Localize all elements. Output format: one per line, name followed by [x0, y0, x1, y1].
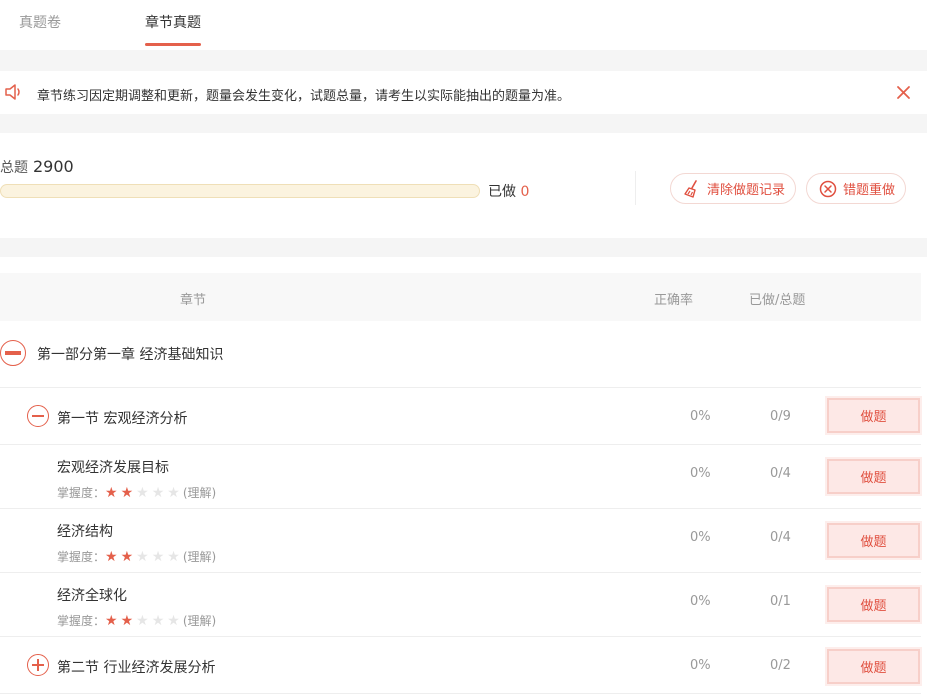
part-row: 第一部分第一章 经济基础知识 — [0, 321, 921, 388]
star-filled-icon: ★ — [120, 548, 134, 565]
progress-bar — [0, 184, 480, 198]
clear-records-button[interactable]: 清除做题记录 — [670, 173, 796, 204]
star-empty-icon: ★ — [167, 484, 180, 501]
done-number: 0 — [520, 184, 530, 200]
star-empty-icon: ★ — [136, 548, 149, 565]
star-filled-icon: ★ — [120, 612, 134, 629]
practice-button[interactable]: 做题 — [827, 398, 920, 433]
section-title: 第一节 宏观经济分析 — [57, 411, 188, 427]
notice-text: 章节练习因定期调整和更新，题量会发生变化，试题总量，请考生以实际能抽出的题量为准… — [37, 89, 571, 104]
col-accuracy: 正确率 — [654, 293, 694, 308]
star-empty-icon: ★ — [136, 612, 149, 629]
notice-bar: 章节练习因定期调整和更新，题量会发生变化，试题总量，请考生以实际能抽出的题量为准… — [0, 71, 927, 114]
progress-summary: 总题 2900 已做 0 清除做题记录 错题重做 — [0, 133, 927, 238]
section-title: 第二节 行业经济发展分析 — [57, 660, 216, 676]
redo-wrong-label: 错题重做 — [843, 183, 896, 198]
star-rating: ★ ★ ★ ★ ★ — [105, 614, 183, 628]
star-empty-icon: ★ — [167, 612, 180, 629]
star-empty-icon: ★ — [167, 548, 180, 565]
star-empty-icon: ★ — [136, 484, 149, 501]
practice-button[interactable]: 做题 — [827, 587, 920, 622]
clear-records-label: 清除做题记录 — [707, 183, 786, 198]
section-row: 第一节 宏观经济分析 0% 0/9 做题 — [0, 388, 921, 445]
topic-row: 经济结构 掌握度： ★ ★ ★ ★ ★ (理解) 0% 0/4 做题 — [0, 509, 921, 573]
mastery-level: (理解) — [182, 486, 217, 500]
expand-icon[interactable] — [27, 654, 49, 676]
practice-button[interactable]: 做题 — [827, 459, 920, 494]
mastery-level: (理解) — [182, 614, 217, 628]
done-total-value: 0/1 — [770, 594, 791, 609]
done-total-value: 0/9 — [770, 409, 791, 424]
star-rating: ★ ★ ★ ★ ★ — [105, 550, 183, 564]
mastery-label: 掌握度： — [57, 486, 106, 500]
divider — [0, 50, 927, 71]
total-count: 2900 — [33, 157, 74, 176]
done-total-value: 0/4 — [770, 530, 791, 545]
table-header: 章节 正确率 已做/总题 — [0, 273, 921, 321]
star-rating: ★ ★ ★ ★ ★ — [105, 486, 183, 500]
collapse-icon[interactable] — [0, 340, 26, 366]
done-total-value: 0/4 — [770, 466, 791, 481]
active-tab-indicator — [145, 43, 201, 46]
tab-exam-papers[interactable]: 真题卷 — [19, 12, 61, 32]
star-empty-icon: ★ — [151, 484, 165, 501]
mastery-rating: 掌握度： ★ ★ ★ ★ ★ (理解) — [57, 612, 216, 629]
mastery-rating: 掌握度： ★ ★ ★ ★ ★ (理解) — [57, 548, 216, 565]
done-total-value: 0/2 — [770, 658, 791, 673]
total-label: 总题 — [0, 160, 28, 176]
divider — [0, 238, 927, 257]
topic-title: 宏观经济发展目标 — [57, 460, 169, 476]
star-filled-icon: ★ — [105, 612, 118, 629]
close-icon[interactable] — [896, 85, 911, 100]
total-questions: 总题 2900 — [0, 157, 74, 177]
mastery-rating: 掌握度： ★ ★ ★ ★ ★ (理解) — [57, 484, 216, 501]
star-filled-icon: ★ — [120, 484, 134, 501]
col-done-total: 已做/总题 — [749, 293, 806, 308]
col-chapter: 章节 — [180, 293, 207, 308]
mastery-level: (理解) — [182, 550, 217, 564]
accuracy-value: 0% — [690, 409, 711, 424]
tab-chapter-questions[interactable]: 章节真题 — [145, 12, 201, 32]
mastery-label: 掌握度： — [57, 550, 106, 564]
mastery-label: 掌握度： — [57, 614, 106, 628]
star-filled-icon: ★ — [105, 548, 118, 565]
done-count: 已做 0 — [488, 181, 529, 201]
star-empty-icon: ★ — [151, 548, 165, 565]
done-label: 已做 — [488, 184, 516, 200]
topic-title: 经济结构 — [57, 524, 113, 540]
section-row: 第二节 行业经济发展分析 0% 0/2 做题 — [0, 637, 921, 694]
practice-button[interactable]: 做题 — [827, 649, 920, 684]
collapse-icon[interactable] — [27, 405, 49, 427]
tab-bar: 真题卷 章节真题 — [0, 0, 927, 50]
topic-row: 经济全球化 掌握度： ★ ★ ★ ★ ★ (理解) 0% 0/1 做题 — [0, 573, 921, 637]
broom-icon — [684, 179, 697, 198]
accuracy-value: 0% — [690, 466, 711, 481]
practice-button[interactable]: 做题 — [827, 523, 920, 558]
star-filled-icon: ★ — [105, 484, 118, 501]
topic-row: 宏观经济发展目标 掌握度： ★ ★ ★ ★ ★ (理解) 0% 0/4 做题 — [0, 445, 921, 509]
divider — [0, 114, 927, 133]
topic-title: 经济全球化 — [57, 588, 127, 604]
part-title: 第一部分第一章 经济基础知识 — [37, 347, 224, 363]
accuracy-value: 0% — [690, 530, 711, 545]
accuracy-value: 0% — [690, 594, 711, 609]
star-empty-icon: ★ — [151, 612, 165, 629]
accuracy-value: 0% — [690, 658, 711, 673]
vertical-divider — [635, 171, 636, 205]
speaker-icon — [5, 84, 20, 100]
close-circle-icon — [819, 180, 837, 197]
redo-wrong-button[interactable]: 错题重做 — [806, 173, 906, 204]
